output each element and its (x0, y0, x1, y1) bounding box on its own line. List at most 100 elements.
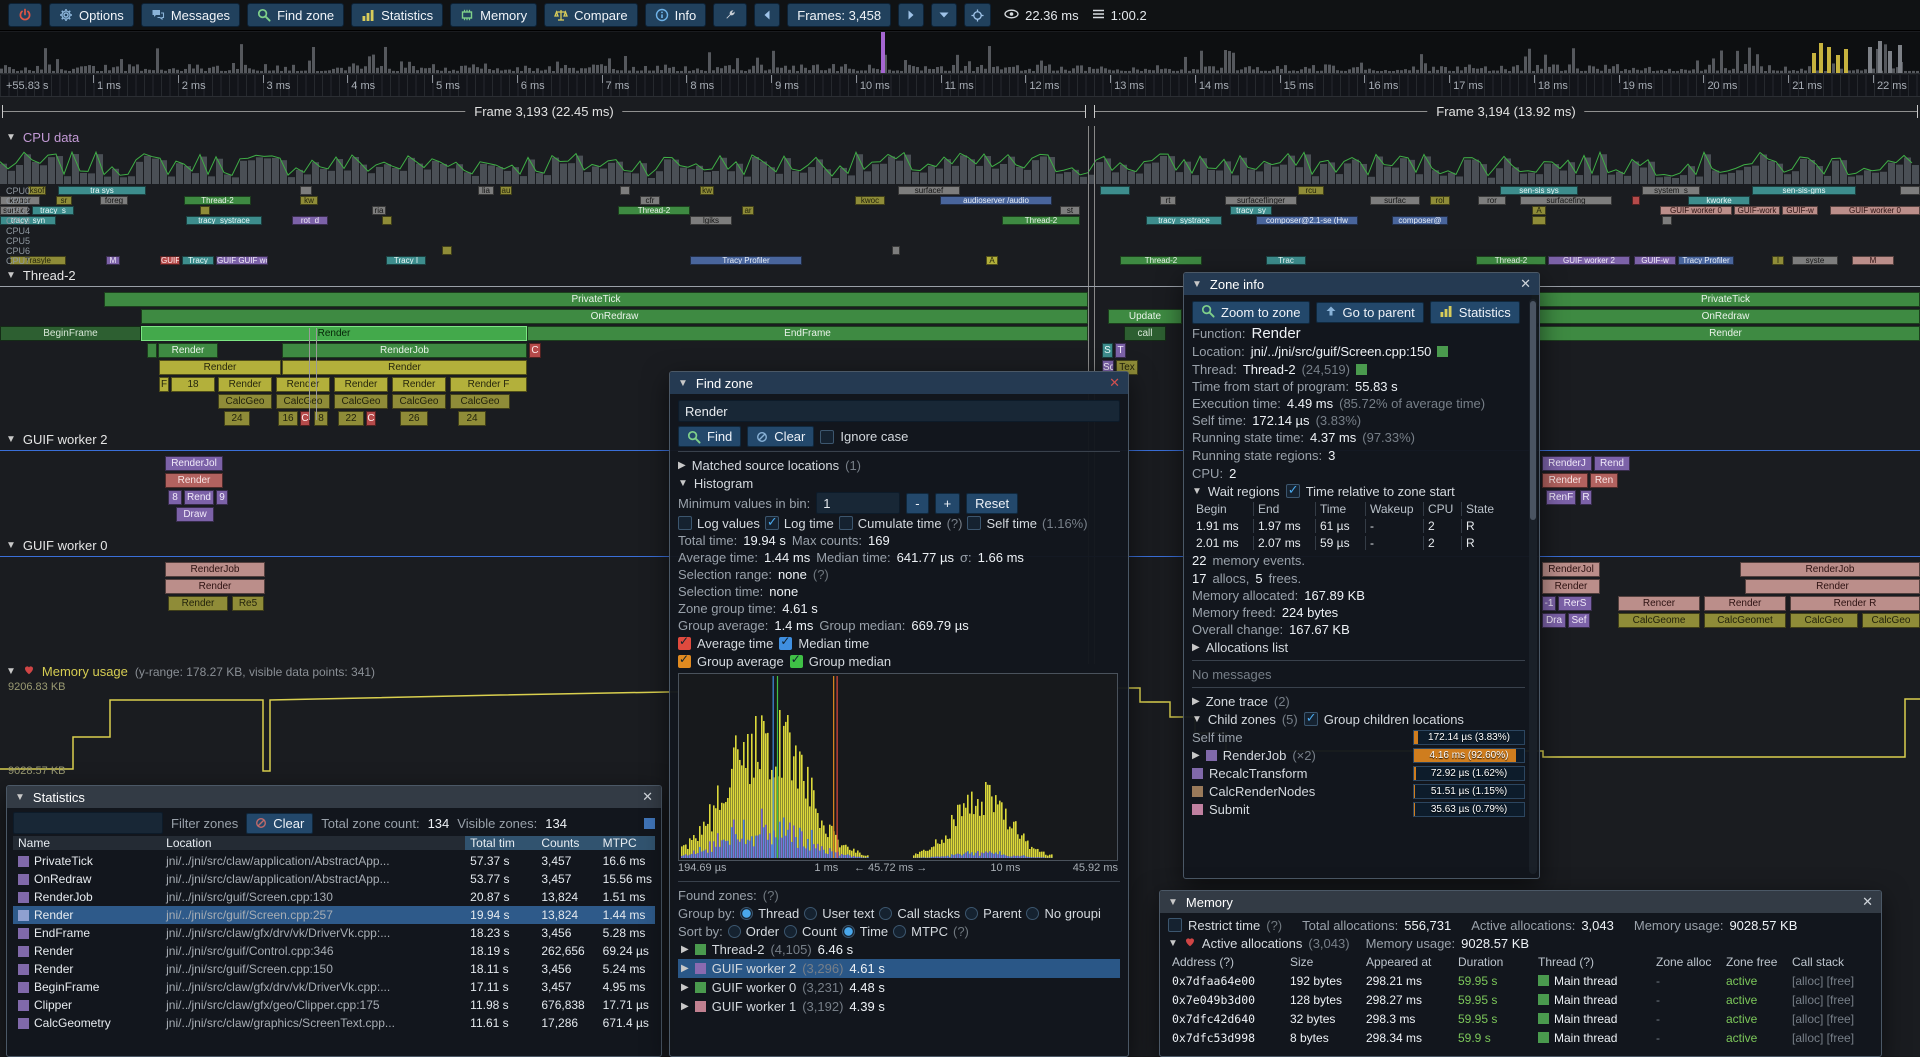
zone-bar[interactable]: Rend (184, 490, 214, 505)
prev-frame-button[interactable] (754, 3, 780, 27)
zone-bar[interactable]: Render (141, 326, 527, 341)
group-median-checkbox[interactable] (790, 655, 803, 668)
column-header-total-tim[interactable]: Total tim (465, 836, 536, 850)
sort-by-radio-mtpc[interactable] (893, 925, 906, 938)
cpu-segment[interactable]: composer@2.1-se (Hw (1256, 216, 1358, 225)
cpu-segment[interactable]: GUIF-w (1634, 256, 1676, 265)
close-icon[interactable]: ✕ (642, 789, 653, 805)
zone-bar[interactable]: T (1115, 343, 1126, 358)
zone-bar[interactable]: Render (282, 360, 527, 375)
zone-group-row[interactable]: ▶GUIF worker 2(3,296)4.61 s (678, 959, 1120, 978)
zone-bar[interactable]: 24 (224, 411, 250, 426)
frames-indicator[interactable]: Frames: 3,458 (787, 3, 891, 27)
cpu-segment[interactable]: GUIF worker 2 (1548, 256, 1630, 265)
child-zone-row[interactable]: CalcRenderNodes51.51 µs (1.15%) (1192, 782, 1525, 800)
compare-button[interactable]: Compare (544, 3, 637, 27)
goto-frame-button[interactable] (964, 3, 991, 27)
zone-bar[interactable]: PrivateTick (104, 292, 1088, 307)
cpu-segment[interactable]: composer@ (1392, 216, 1448, 225)
cpu-segment[interactable] (1532, 216, 1546, 225)
go-to-parent-button[interactable]: Go to parent (1316, 302, 1424, 323)
cpu-segment[interactable] (442, 246, 452, 255)
stats-row[interactable]: Renderjni/../jni/src/guif/Screen.cpp:150… (13, 960, 655, 978)
clear-filter-button[interactable]: Clear (246, 813, 313, 834)
stats-row[interactable]: Clipperjni/../jni/src/claw/gfx/geo/Clipp… (13, 996, 655, 1014)
cpu-segment[interactable]: A (1532, 206, 1546, 215)
stats-row[interactable]: OnRedrawjni/../jni/src/claw/application/… (13, 870, 655, 888)
zone-bar[interactable]: BeginFrame (0, 326, 141, 341)
frame-3193-label[interactable]: Frame 3,193 (22.45 ms) (465, 104, 622, 119)
cpu-segment[interactable]: kw (300, 196, 318, 205)
cpu-segment[interactable]: ar (742, 206, 754, 215)
cpu-segment[interactable]: rol (1430, 196, 1450, 205)
zone-bar[interactable]: CalcGeo (1790, 613, 1858, 628)
cpu-segment[interactable]: kworke (1688, 196, 1750, 205)
expander-icon[interactable]: ▶ (1192, 696, 1200, 707)
zone-bar[interactable]: Render (392, 377, 446, 392)
cpu-segment[interactable]: kw (700, 186, 714, 195)
collapse-icon[interactable]: ▼ (15, 792, 25, 803)
cpu-segment[interactable]: M (106, 256, 120, 265)
self-time-checkbox[interactable] (967, 516, 981, 530)
column-header-counts[interactable]: Counts (536, 836, 597, 850)
zone-bar[interactable]: C (366, 411, 376, 426)
active-allocations-label[interactable]: Active allocations (1202, 936, 1302, 951)
cpu-segment[interactable]: surfaceflinger (1225, 196, 1297, 205)
zone-bar[interactable]: CalcGeo (334, 394, 388, 409)
zone-bar[interactable]: PrivateTick (1531, 292, 1920, 307)
memory-button[interactable]: Memory (450, 3, 537, 27)
sort-by-radio-time[interactable] (842, 925, 855, 938)
thread-header-thread-2[interactable]: ▼Thread-2 (6, 268, 76, 283)
expander-icon[interactable]: ▶ (678, 460, 686, 471)
expander-icon[interactable]: ▼ (1192, 714, 1202, 725)
cpu-segment[interactable]: surfacef (898, 186, 960, 195)
cpu-segment[interactable]: surfac (1370, 196, 1420, 205)
stats-row[interactable]: EndFramejni/../jni/src/claw/gfx/drv/vk/D… (13, 924, 655, 942)
sort-by-radio-order[interactable] (728, 925, 741, 938)
cpu-segment[interactable]: au (500, 186, 512, 195)
cpu-segment[interactable]: Trac (1266, 256, 1306, 265)
cpu-segment[interactable]: cfr (640, 196, 660, 205)
expander-icon[interactable]: ▼ (1192, 486, 1202, 497)
memory-titlebar[interactable]: ▼ Memory ✕ (1160, 891, 1881, 913)
cpu-segment[interactable] (200, 206, 210, 215)
zone-bar[interactable]: S (1102, 343, 1113, 358)
cpu-segment[interactable]: Tracy (182, 256, 214, 265)
zone-statistics-button[interactable]: Statistics (1430, 301, 1520, 324)
allocations-table-header[interactable]: Address (?)SizeAppeared atDurationThread… (1168, 952, 1873, 971)
cpu-segment[interactable] (892, 246, 900, 255)
next-frame-button[interactable] (898, 3, 924, 27)
sort-by-radio-count[interactable] (784, 925, 797, 938)
allocation-row[interactable]: 0x7dfc42d64032 bytes298.3 ms59.95 sMain … (1168, 1009, 1873, 1028)
zone-bar[interactable]: CalcGeo (1862, 613, 1920, 628)
zone-bar[interactable]: OnRedraw (1531, 309, 1920, 324)
zone-bar[interactable]: call (1124, 326, 1166, 341)
ignore-case-checkbox[interactable] (820, 430, 834, 444)
cpu-segment[interactable]: Thread-2 (1476, 256, 1546, 265)
thread-header-guif-worker-2[interactable]: ▼GUIF worker 2 (6, 432, 107, 447)
cpu-segment[interactable]: sen-sis-gms (1752, 186, 1856, 195)
zone-bar[interactable]: Ren (1590, 473, 1618, 488)
zone-bar[interactable]: 18 (171, 377, 215, 392)
wait-region-row[interactable]: 2.01 ms2.07 ms59 µs-2R (1192, 534, 1525, 551)
cpu-segment[interactable]: surfacefing (1520, 196, 1612, 205)
group-by-radio-parent[interactable] (965, 907, 978, 920)
collapse-icon[interactable]: ▼ (678, 378, 688, 389)
cpu-segment[interactable] (1100, 186, 1130, 195)
messages-button[interactable]: Messages (141, 3, 240, 27)
cpu-segment[interactable]: sen-sis sys (1500, 186, 1578, 195)
zone-bar[interactable]: Draw (176, 507, 214, 522)
zone-bar[interactable]: Render (334, 377, 388, 392)
find-button[interactable]: Find (678, 426, 741, 447)
zone-bar[interactable]: 9 (216, 490, 228, 505)
zone-group-row[interactable]: ▶GUIF worker 1(3,192)4.39 s (678, 997, 1120, 1016)
zone-bar[interactable]: CalcGeo (218, 394, 272, 409)
cpu-segment[interactable] (1900, 186, 1920, 195)
cpu-segment[interactable]: tracy_systrace (186, 216, 262, 225)
zone-bar[interactable]: Render (276, 377, 330, 392)
zone-bar[interactable]: RenF (1546, 490, 1576, 505)
close-icon[interactable]: ✕ (1862, 894, 1873, 910)
decrease-bin-button[interactable]: - (906, 493, 928, 514)
zone-bar[interactable]: Re5 (232, 596, 264, 611)
zone-bar[interactable]: -1 (1542, 596, 1556, 611)
